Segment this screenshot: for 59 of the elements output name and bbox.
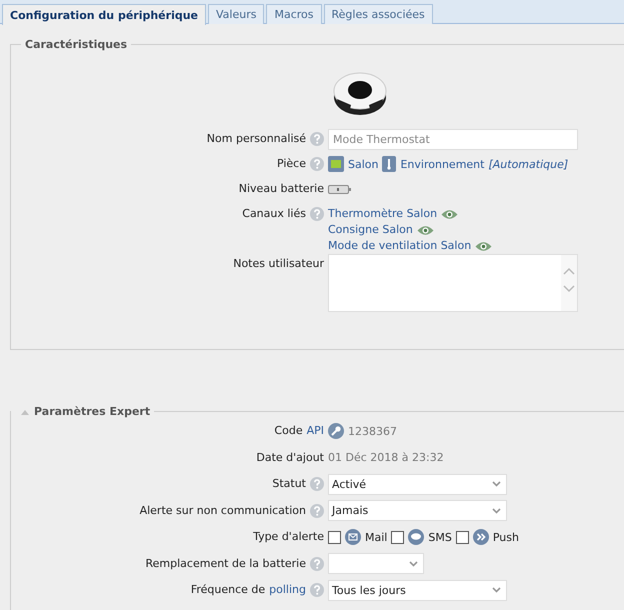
help-icon[interactable]	[310, 207, 324, 221]
tab[interactable]: Macros	[266, 4, 322, 24]
field-label: Canaux liés	[242, 206, 306, 222]
tab[interactable]: Valeurs	[208, 4, 264, 24]
mode-text: [Automatique]	[488, 158, 568, 170]
thermometer-icon	[382, 156, 396, 172]
scroll-up-icon[interactable]	[563, 267, 575, 275]
dropdown[interactable]	[328, 553, 424, 574]
checkbox-label: SMS	[428, 530, 452, 544]
checkbox-label: Push	[492, 530, 519, 544]
dropdown[interactable]: Activé	[328, 474, 507, 495]
collapse-caret-icon[interactable]	[21, 408, 29, 414]
field-label: Notes utilisateur	[233, 256, 324, 272]
checkbox[interactable]	[328, 530, 341, 544]
field-label: Date d'ajout	[256, 450, 324, 466]
key-icon	[328, 423, 344, 440]
eye-icon[interactable]	[416, 224, 434, 236]
help-icon[interactable]	[310, 556, 324, 571]
eye-icon[interactable]	[475, 240, 492, 252]
envelope-icon	[345, 529, 361, 546]
channel-link[interactable]: Mode de ventilation Salon	[328, 238, 472, 254]
code-value: 1238367	[348, 424, 397, 438]
notes-field[interactable]	[328, 254, 578, 312]
help-link[interactable]: API	[306, 421, 324, 442]
help-icon[interactable]	[310, 132, 324, 146]
battery-icon	[328, 184, 352, 194]
checkbox[interactable]	[391, 530, 404, 544]
help-link[interactable]: polling	[269, 580, 306, 600]
tab[interactable]: Configuration du périphérique	[2, 4, 206, 25]
checkbox[interactable]	[456, 530, 469, 544]
field-label: Code	[274, 423, 303, 440]
tab[interactable]: Règles associées	[324, 4, 433, 24]
checkbox-label: Mail	[365, 530, 388, 544]
help-icon[interactable]	[310, 477, 324, 492]
help-icon[interactable]	[310, 583, 324, 598]
name-field[interactable]: Mode Thermostat	[328, 129, 578, 150]
field-label: Type d'alerte	[253, 529, 324, 546]
date-value: 01 Déc 2018 à 23:32	[328, 451, 444, 464]
category-link[interactable]: Environnement	[400, 158, 484, 170]
field-label: Niveau batterie	[238, 181, 324, 197]
section-title: Caractéristiques	[24, 38, 128, 51]
channel-link[interactable]: Consigne Salon	[328, 222, 413, 238]
field-label: Statut	[272, 476, 306, 492]
dropdown[interactable]: Tous les jours	[328, 580, 507, 601]
field-label: Fréquence de	[190, 582, 266, 598]
help-icon[interactable]	[310, 504, 324, 518]
eye-icon[interactable]	[441, 208, 458, 220]
section-title[interactable]: Paramètres Expert	[34, 405, 154, 418]
field-label: Nom personnalisé	[206, 131, 306, 147]
channel-link[interactable]: Thermomètre Salon	[328, 206, 438, 222]
field-label: Pièce	[276, 156, 306, 172]
room-link[interactable]: Salon	[348, 158, 378, 170]
dropdown[interactable]: Jamais	[328, 500, 507, 522]
field-label: Alerte sur non communication	[140, 502, 306, 519]
room-icon	[328, 156, 344, 172]
forward-icon	[472, 529, 489, 546]
scroll-down-icon[interactable]	[563, 285, 575, 293]
field-label: Remplacement de la batterie	[146, 556, 306, 572]
help-icon[interactable]	[310, 157, 324, 171]
